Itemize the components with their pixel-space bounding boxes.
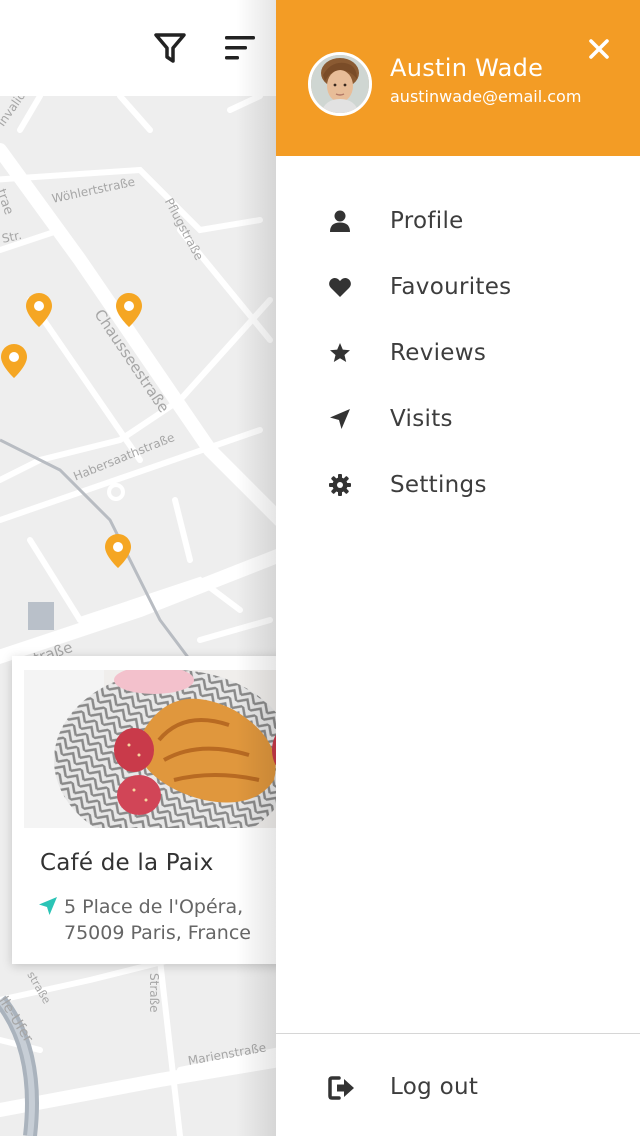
- menu-item-profile[interactable]: Profile: [276, 188, 640, 254]
- menu-item-visits[interactable]: Visits: [276, 386, 640, 452]
- menu-item-label: Reviews: [390, 340, 487, 366]
- divider: [276, 1033, 640, 1034]
- map-pin-icon[interactable]: [25, 292, 53, 328]
- location-arrow-icon: [330, 409, 350, 429]
- filter-icon: [154, 33, 186, 63]
- menu-item-favourites[interactable]: Favourites: [276, 254, 640, 320]
- drawer-menu: Profile Favourites Reviews Visits Settin…: [276, 188, 640, 518]
- place-title: Café de la Paix: [40, 850, 214, 876]
- filter-button[interactable]: [150, 28, 190, 68]
- menu-item-settings[interactable]: Settings: [276, 452, 640, 518]
- map-pin-icon[interactable]: [0, 343, 28, 379]
- map-pin-icon[interactable]: [104, 533, 132, 569]
- close-icon[interactable]: [584, 34, 614, 64]
- logout-label: Log out: [390, 1074, 479, 1100]
- user-email: austinwade@email.com: [390, 87, 582, 106]
- logout-icon: [328, 1076, 354, 1100]
- user-name: Austin Wade: [390, 54, 544, 82]
- navigation-drawer: Austin Wade austinwade@email.com Profile…: [276, 0, 640, 1136]
- menu-item-label: Settings: [390, 472, 487, 498]
- drawer-shadow: [236, 0, 276, 1136]
- logout-button[interactable]: Log out: [276, 1055, 640, 1121]
- menu-item-label: Favourites: [390, 274, 512, 300]
- map-pin-icon[interactable]: [115, 292, 143, 328]
- gear-icon: [329, 474, 351, 496]
- menu-item-label: Visits: [390, 406, 453, 432]
- avatar[interactable]: [308, 52, 372, 116]
- user-icon: [330, 210, 350, 232]
- heart-icon: [329, 277, 351, 297]
- street-label: Straße: [147, 973, 161, 1013]
- drawer-header: Austin Wade austinwade@email.com: [276, 0, 640, 156]
- location-arrow-icon: [39, 897, 57, 915]
- star-icon: [330, 343, 350, 362]
- menu-item-reviews[interactable]: Reviews: [276, 320, 640, 386]
- menu-item-label: Profile: [390, 208, 464, 234]
